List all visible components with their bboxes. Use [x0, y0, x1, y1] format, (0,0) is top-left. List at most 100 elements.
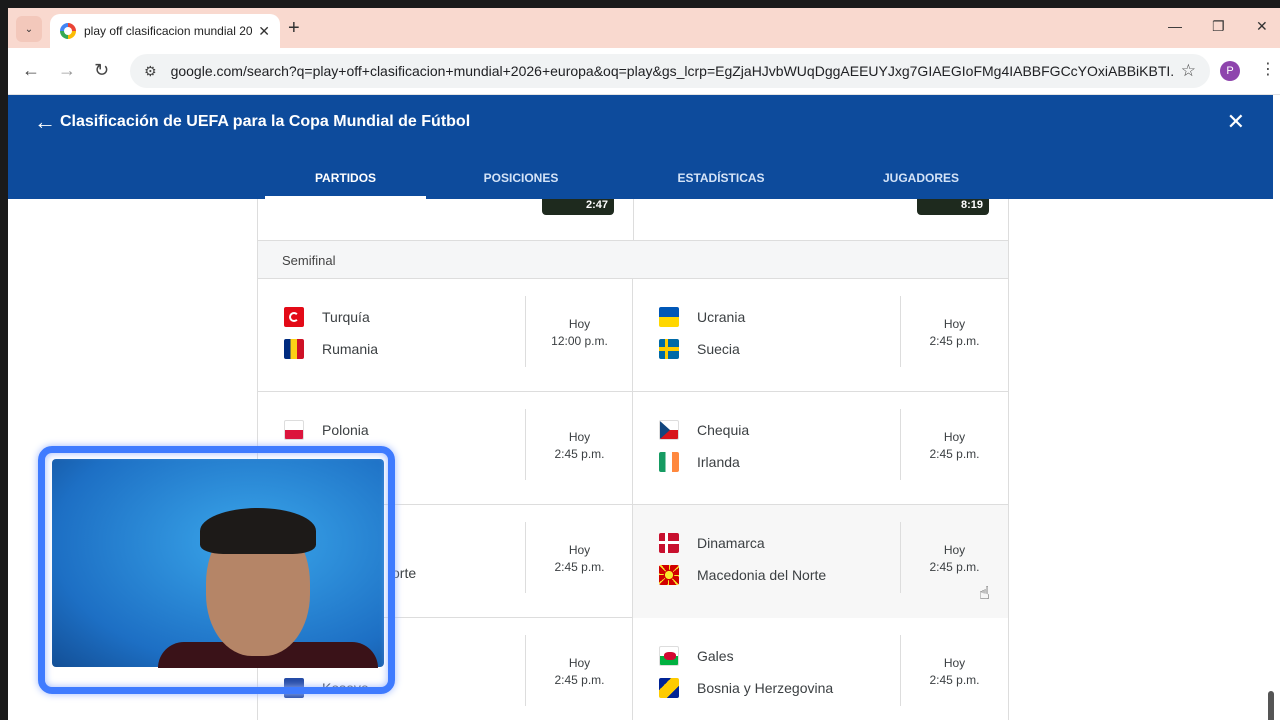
team-away: orte [392, 565, 416, 581]
team-away: Macedonia del Norte [659, 565, 826, 585]
forward-icon[interactable]: → [58, 60, 76, 81]
match-time: Hoy 12:00 p.m. [526, 316, 633, 350]
profile-avatar[interactable]: P [1220, 61, 1240, 81]
url-text[interactable]: google.com/search?q=play+off+clasificaci… [171, 63, 1173, 79]
match-card[interactable]: Chequia Irlanda Hoy 2:45 p.m. [633, 392, 1008, 505]
sweden-flag-icon [659, 339, 679, 359]
stage-label: Semifinal [258, 241, 1008, 279]
wales-flag-icon [659, 646, 679, 666]
team-home: Ucrania [659, 307, 745, 327]
match-card[interactable]: Ucrania Suecia Hoy 2:45 p.m. [633, 279, 1008, 392]
turkey-flag-icon [284, 307, 304, 327]
back-icon[interactable]: ← [22, 60, 40, 81]
reload-icon[interactable]: ↻ [94, 60, 109, 81]
team-name: Macedonia del Norte [697, 567, 827, 583]
tab-posiciones[interactable]: POSICIONES [448, 171, 594, 185]
team-name: Irlanda [697, 454, 740, 470]
team-name: Gales [697, 648, 734, 664]
match-day: Hoy [568, 656, 591, 670]
match-hour: 2:45 p.m. [929, 673, 980, 687]
team-name: Dinamarca [697, 535, 765, 551]
ukraine-flag-icon [659, 307, 679, 327]
minimize-button[interactable]: — [1168, 18, 1182, 34]
match-time: Hoy 2:45 p.m. [526, 429, 633, 463]
video-thumbnail[interactable]: 2:47 [542, 199, 614, 215]
match-day: Hoy [943, 430, 966, 444]
team-name: Bosnia y Herzegovina [697, 680, 834, 696]
video-thumbnail[interactable]: 8:19 [917, 199, 989, 215]
team-home: Gales [659, 646, 734, 666]
more-menu-icon[interactable]: ⋮ [1260, 59, 1276, 79]
google-favicon-icon [60, 23, 76, 39]
page-title: Clasificación de UEFA para la Copa Mundi… [60, 113, 471, 130]
match-day: Hoy [568, 430, 591, 444]
match-time: Hoy 2:45 p.m. [901, 542, 1008, 576]
tab-estadisticas[interactable]: ESTADÍSTICAS [648, 171, 794, 185]
team-home: Dinamarca [659, 533, 765, 553]
hand-cursor-icon: ☝ [979, 583, 990, 603]
team-name: Rumania [322, 341, 379, 357]
page-scrollbar[interactable] [1268, 691, 1274, 720]
match-hour: 2:45 p.m. [929, 560, 980, 574]
match-hour: 12:00 p.m. [551, 334, 608, 348]
close-icon[interactable]: ✕ [1227, 109, 1245, 135]
match-time: Hoy 2:45 p.m. [901, 429, 1008, 463]
match-day: Hoy [943, 317, 966, 331]
match-hour: 2:45 p.m. [929, 334, 980, 348]
match-time: Hoy 2:45 p.m. [526, 542, 633, 576]
team-away: Rumania [284, 339, 378, 359]
tab-search-button[interactable]: ⌄ [16, 16, 42, 42]
webcam-overlay [38, 446, 395, 694]
match-card[interactable]: Dinamarca Macedonia del Norte Hoy 2:45 p.… [633, 505, 1008, 618]
romania-flag-icon [284, 339, 304, 359]
competition-header: ← Clasificación de UEFA para la Copa Mun… [8, 95, 1273, 199]
team-name: orte [392, 565, 417, 581]
match-hour: 2:45 p.m. [554, 447, 605, 461]
tab-strip: ⌄ play off clasificacion mundial 20 ✕ + … [8, 8, 1280, 48]
team-name: Suecia [697, 341, 740, 357]
address-bar[interactable]: ⚙ google.com/search?q=play+off+clasifica… [130, 54, 1210, 88]
bookmark-star-icon[interactable]: ☆ [1181, 61, 1196, 81]
match-day: Hoy [568, 543, 591, 557]
poland-flag-icon [284, 420, 304, 440]
team-away: Irlanda [659, 452, 740, 472]
tab-jugadores[interactable]: JUGADORES [848, 171, 994, 185]
team-name: Chequia [697, 422, 750, 438]
match-time: Hoy 2:45 p.m. [526, 655, 633, 689]
divider [633, 199, 634, 241]
match-day: Hoy [943, 656, 966, 670]
back-arrow-icon[interactable]: ← [34, 109, 56, 135]
tab-title: play off clasificacion mundial 20 [84, 24, 253, 38]
team-name: Polonia [322, 422, 369, 438]
match-day: Hoy [568, 317, 591, 331]
restore-button[interactable]: ❐ [1212, 18, 1225, 35]
ireland-flag-icon [659, 452, 679, 472]
team-away: Suecia [659, 339, 740, 359]
denmark-flag-icon [659, 533, 679, 553]
tab-partidos[interactable]: PARTIDOS [265, 171, 426, 185]
section-tabs: PARTIDOS POSICIONES ESTADÍSTICAS JUGADOR… [8, 159, 1273, 199]
bosnia-flag-icon [659, 678, 679, 698]
czechia-flag-icon [659, 420, 679, 440]
north-macedonia-flag-icon [659, 565, 679, 585]
team-home: Chequia [659, 420, 749, 440]
team-name: Ucrania [697, 309, 746, 325]
team-home: Polonia [284, 420, 369, 440]
video-duration: 2:47 [585, 199, 608, 211]
match-row: Turquía Rumania Hoy 12:00 p.m. Ucrania S… [258, 279, 1008, 392]
previous-row: 2:47 8:19 [258, 199, 1008, 241]
browser-toolbar: ← → ↻ ⚙ google.com/search?q=play+off+cla… [8, 48, 1280, 95]
browser-tab[interactable]: play off clasificacion mundial 20 ✕ [50, 14, 280, 48]
team-away: Bosnia y Herzegovina [659, 678, 833, 698]
match-card[interactable]: Turquía Rumania Hoy 12:00 p.m. [258, 279, 633, 392]
match-card[interactable]: Gales Bosnia y Herzegovina Hoy 2:45 p.m. [633, 618, 1008, 720]
match-hour: 2:45 p.m. [554, 673, 605, 687]
new-tab-button[interactable]: + [288, 17, 300, 39]
close-window-button[interactable]: ✕ [1256, 18, 1268, 35]
match-hour: 2:45 p.m. [554, 560, 605, 574]
close-tab-icon[interactable]: ✕ [258, 23, 270, 40]
team-name: Turquía [322, 309, 370, 325]
site-info-icon[interactable]: ⚙ [144, 63, 157, 80]
match-hour: 2:45 p.m. [929, 447, 980, 461]
match-time: Hoy 2:45 p.m. [901, 316, 1008, 350]
